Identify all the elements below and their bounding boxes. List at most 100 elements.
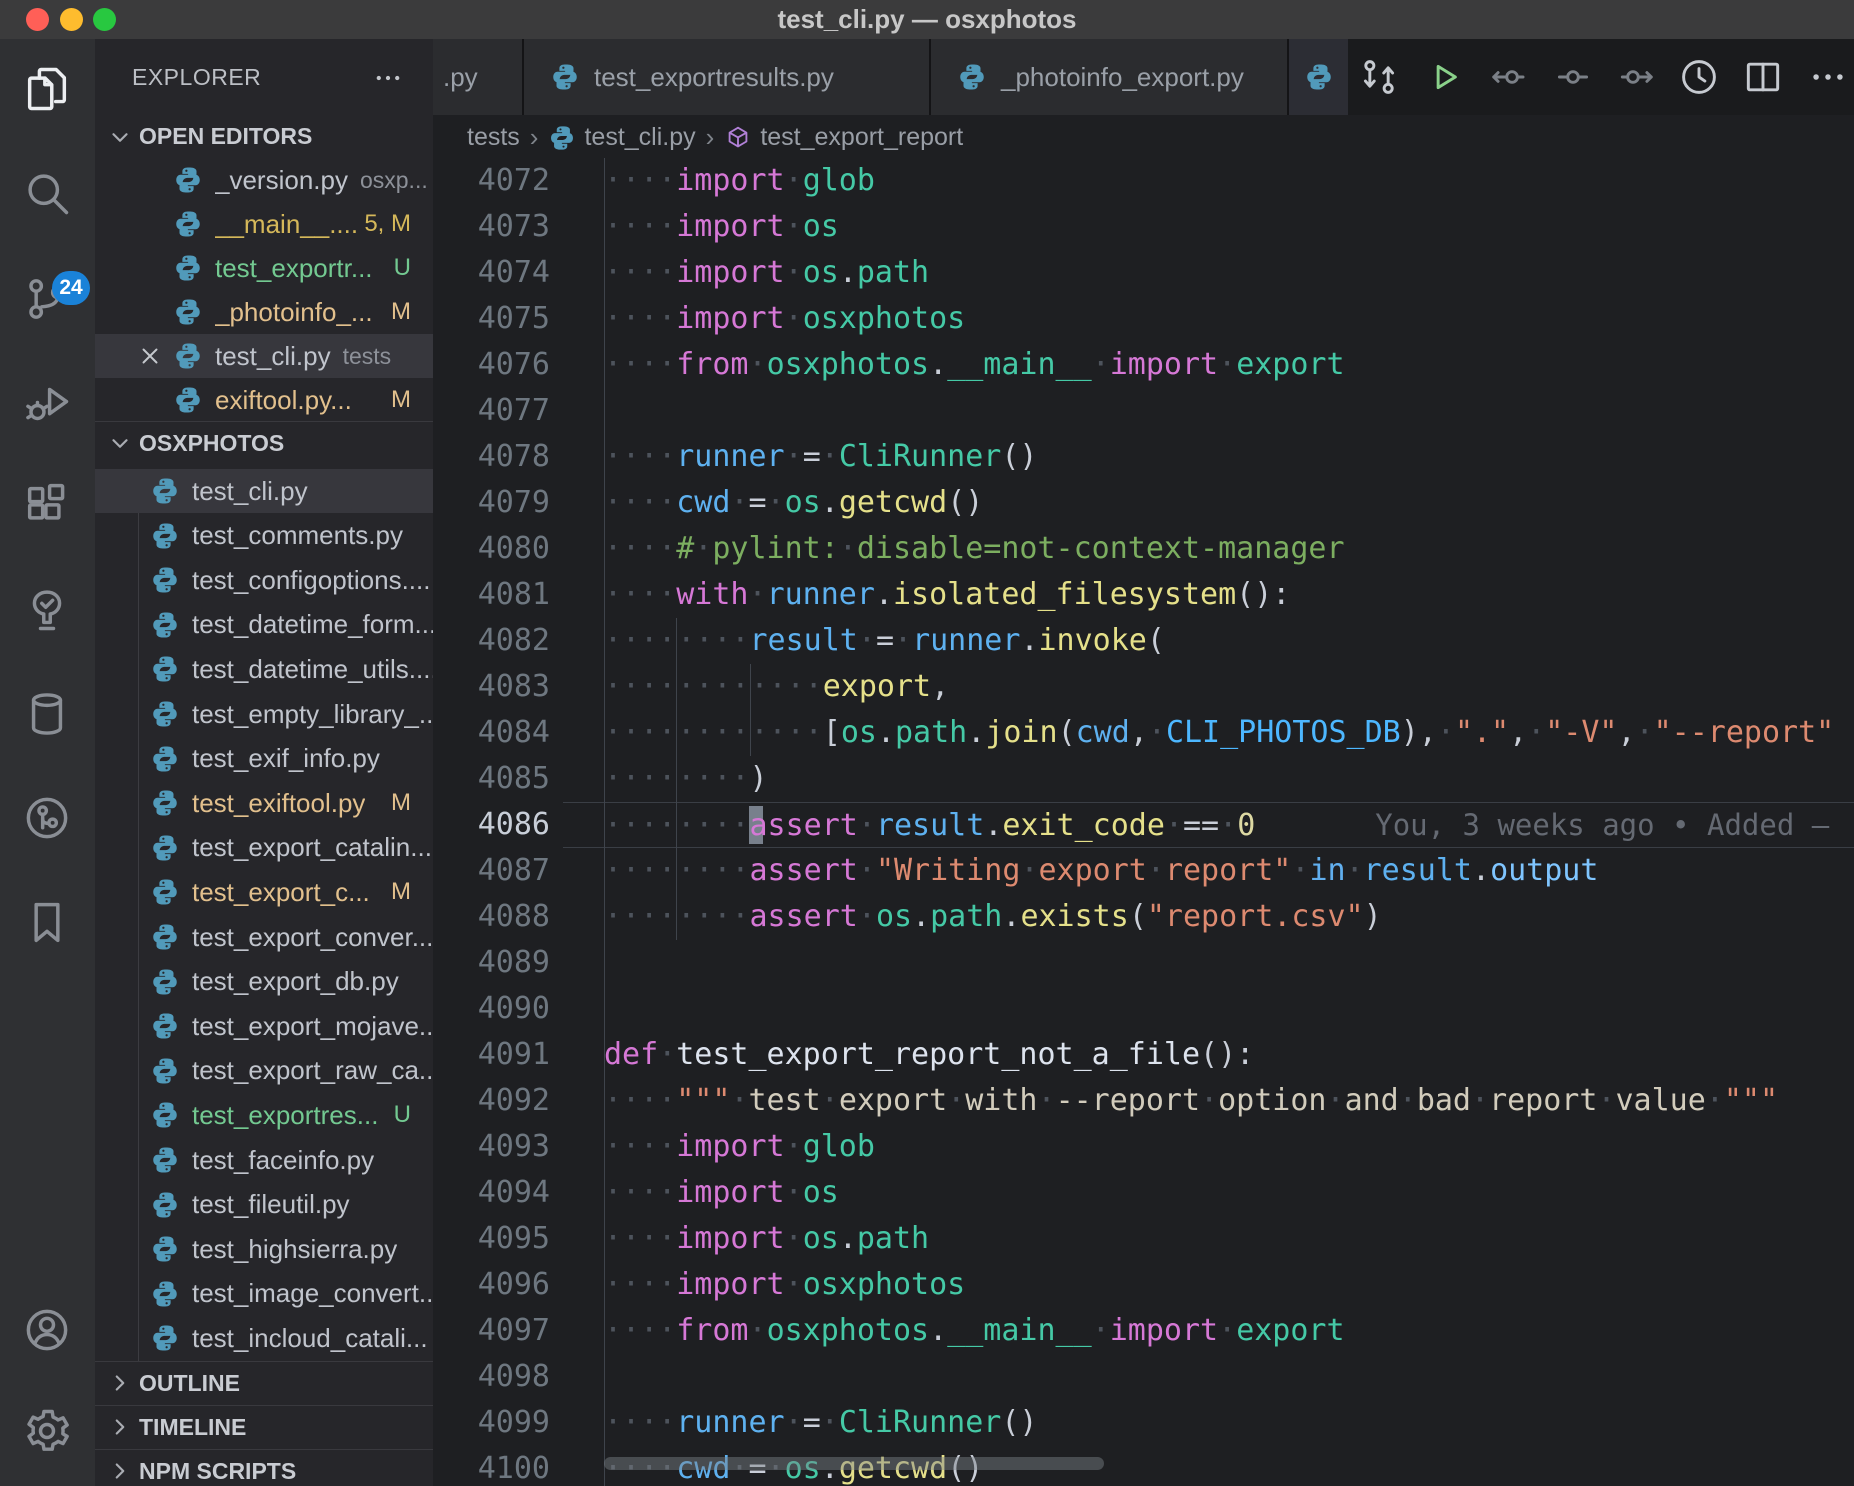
tree-item-test_export_raw_ca[interactable]: test_export_raw_ca... [95,1049,433,1093]
git-status-badge: U [394,1101,411,1129]
tree-item-test_fileutilpy[interactable]: test_fileutil.py [95,1183,433,1227]
code-line-4080[interactable]: 4080····#·pylint:·disable=not-context-ma… [433,526,1854,572]
code-line-4092[interactable]: 4092····"""·test·export·with·--report·op… [433,1078,1854,1124]
tree-item-test_image_convert[interactable]: test_image_convert... [95,1272,433,1316]
record-icon[interactable] [1551,55,1595,99]
project-section-header[interactable]: OSXPHOTOS [95,421,433,464]
open-editor-item[interactable]: exiftool.py...M [95,378,433,422]
tree-item-test_incloud_catali[interactable]: test_incloud_catali... [95,1316,433,1360]
open-editor-item[interactable]: _version.pyosxp... [95,158,433,202]
code-line-4095[interactable]: 4095····import·os.path [433,1216,1854,1262]
code-line-4098[interactable]: 4098 [433,1354,1854,1400]
horizontal-scrollbar[interactable] [604,1457,1104,1470]
close-icon[interactable] [137,343,163,369]
section-outline[interactable]: OUTLINE [95,1361,433,1404]
line-number: 4095 [433,1216,550,1262]
tree-item-test_datetime_utils[interactable]: test_datetime_utils.... [95,647,433,691]
section-timeline[interactable]: TIMELINE [95,1405,433,1448]
tree-item-test_commentspy[interactable]: test_comments.py [95,514,433,558]
gitlens-icon[interactable] [21,792,73,844]
editor-tab-test_exportresultspy[interactable]: test_exportresults.py [524,39,931,115]
open-editor-item[interactable]: test_cli.pytests [95,334,433,378]
tree-item-test_export_dbpy[interactable]: test_export_db.py [95,960,433,1004]
code-line-4077[interactable]: 4077 [433,388,1854,434]
explorer-more-actions-icon[interactable] [371,61,405,95]
tree-item-test_exif_infopy[interactable]: test_exif_info.py [95,737,433,781]
code-line-4083[interactable]: 4083············export, [433,664,1854,710]
code-line-4078[interactable]: 4078····runner·=·CliRunner() [433,434,1854,480]
open-editors-header[interactable]: OPEN EDITORS [95,115,433,158]
close-window-button[interactable] [26,8,49,31]
tree-item-test_empty_library_[interactable]: test_empty_library_... [95,692,433,736]
python-file-icon [150,565,180,595]
files-icon[interactable] [21,63,73,115]
split-editor-icon[interactable] [1741,55,1785,99]
code-line-4087[interactable]: 4087········assert·"Writing·export·repor… [433,848,1854,894]
code-line-4074[interactable]: 4074····import·os.path [433,250,1854,296]
code-line-4079[interactable]: 4079····cwd·=·os.getcwd() [433,480,1854,526]
code-line-4072[interactable]: 4072····import·glob [433,158,1854,204]
tree-item-test_clipy[interactable]: test_cli.py [95,469,433,513]
open-editor-item[interactable]: _photoinfo_...M [95,290,433,334]
source-control-icon[interactable]: 24 [21,273,73,325]
tree-item-test_exportres[interactable]: test_exportres...U [95,1093,433,1137]
open-editor-item[interactable]: __main__....5, M [95,202,433,246]
editor-tab-py[interactable]: .py [433,39,524,115]
more-actions-icon[interactable] [1806,55,1850,99]
code-line-4097[interactable]: 4097····from·osxphotos.__main__·import·e… [433,1308,1854,1354]
tree-item-test_export_mojave[interactable]: test_export_mojave... [95,1004,433,1048]
python-file-icon [173,165,203,195]
search-icon[interactable] [21,167,73,219]
step-back-icon[interactable] [1486,55,1530,99]
code-line-4088[interactable]: 4088········assert·os.path.exists("repor… [433,894,1854,940]
code-line-4096[interactable]: 4096····import·osxphotos [433,1262,1854,1308]
run-icon[interactable] [1422,55,1466,99]
breadcrumb-item-test_export_report[interactable]: test_export_report [724,123,963,152]
file-name: __main__.... [215,209,358,240]
compare-changes-icon[interactable] [1357,55,1401,99]
editor-tab-active[interactable] [1289,39,1348,115]
open-editor-item[interactable]: test_exportr...U [95,246,433,290]
breadcrumb-item-tests[interactable]: tests [467,123,520,152]
tree-item-test_faceinfopy[interactable]: test_faceinfo.py [95,1138,433,1182]
tree-item-test_export_conver[interactable]: test_export_conver... [95,915,433,959]
code-line-4073[interactable]: 4073····import·os [433,204,1854,250]
tree-item-test_highsierrapy[interactable]: test_highsierra.py [95,1227,433,1271]
tree-item-test_configoptions[interactable]: test_configoptions.... [95,558,433,602]
code-line-4081[interactable]: 4081····with·runner.isolated_filesystem(… [433,572,1854,618]
code-line-4089[interactable]: 4089 [433,940,1854,986]
test-explorer-icon[interactable] [21,583,73,635]
code-line-4086[interactable]: 4086········assert·result.exit_code·==·0… [433,802,1854,848]
code-line-4093[interactable]: 4093····import·glob [433,1124,1854,1170]
history-icon[interactable] [1677,55,1721,99]
account-icon[interactable] [21,1304,73,1356]
run-debug-icon[interactable] [21,376,73,428]
code-line-4082[interactable]: 4082········result·=·runner.invoke( [433,618,1854,664]
step-forward-icon[interactable] [1615,55,1659,99]
code-line-4090[interactable]: 4090 [433,986,1854,1032]
code-line-4099[interactable]: 4099····runner·=·CliRunner() [433,1400,1854,1446]
code-line-4085[interactable]: 4085········) [433,756,1854,802]
extensions-icon[interactable] [21,480,73,532]
code-line-4091[interactable]: 4091def·test_export_report_not_a_file(): [433,1032,1854,1078]
tree-item-test_export_catalin[interactable]: test_export_catalin... [95,826,433,870]
section-npm-scripts[interactable]: NPM SCRIPTS [95,1449,433,1486]
minimize-window-button[interactable] [60,8,83,31]
maximize-window-button[interactable] [93,8,116,31]
database-icon[interactable] [21,688,73,740]
code-line-4084[interactable]: 4084············[os.path.join(cwd,·CLI_P… [433,710,1854,756]
code-line-4094[interactable]: 4094····import·os [433,1170,1854,1216]
python-file-icon [150,877,180,907]
python-file-icon [150,1145,180,1175]
tree-item-test_exiftoolpy[interactable]: test_exiftool.pyM [95,781,433,825]
editor-tab-_photoinfo_exportpy[interactable]: _photoinfo_export.py [931,39,1289,115]
code-line-4076[interactable]: 4076····from·osxphotos.__main__·import·e… [433,342,1854,388]
file-name: test_cli.py [215,341,331,372]
breadcrumb-item-test_clipy[interactable]: test_cli.py [548,123,695,152]
tree-item-test_datetime_form[interactable]: test_datetime_form... [95,603,433,647]
code-line-4075[interactable]: 4075····import·osxphotos [433,296,1854,342]
tree-item-test_export_c[interactable]: test_export_c...M [95,870,433,914]
code-area[interactable]: 4072····import·glob4073····import·os4074… [433,158,1854,1486]
bookmarks-icon[interactable] [21,896,73,948]
settings-icon[interactable] [21,1405,73,1457]
